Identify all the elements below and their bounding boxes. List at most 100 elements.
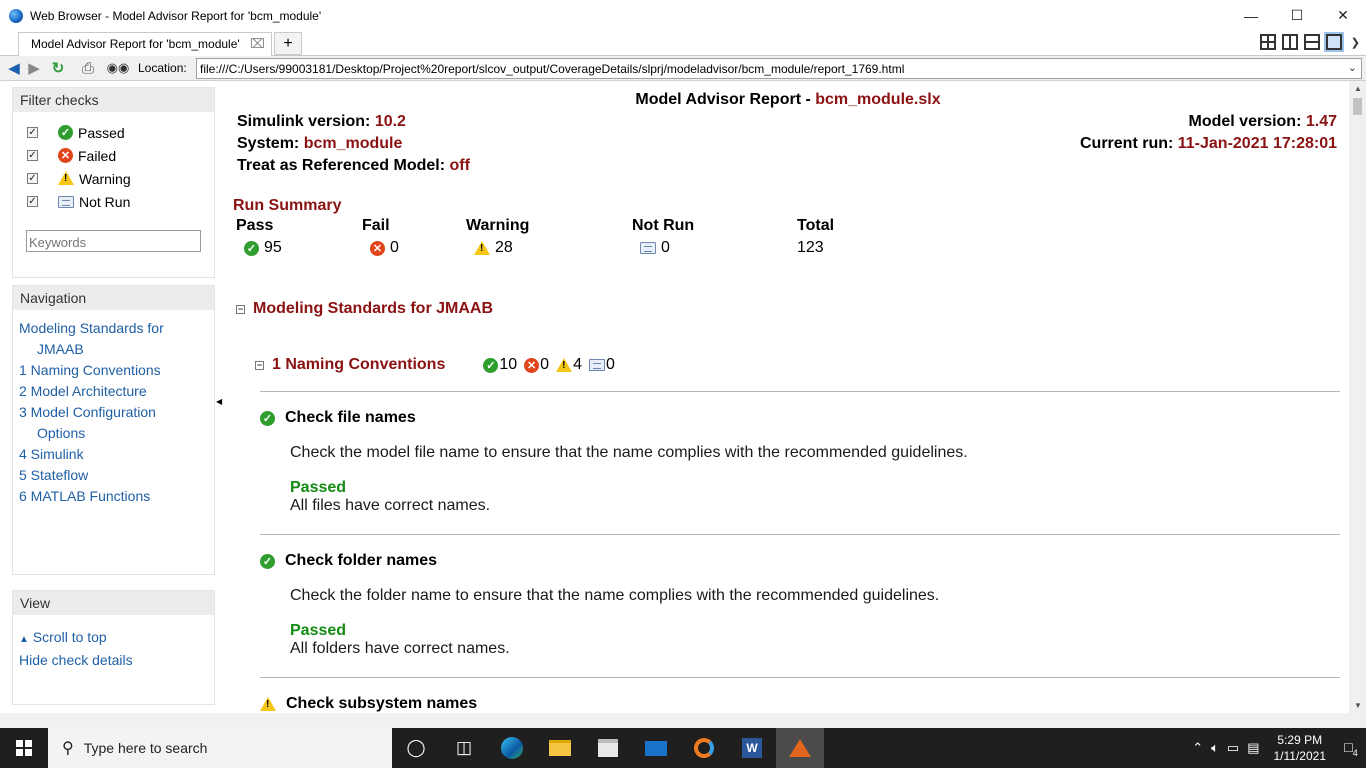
treat-value: off — [449, 157, 470, 174]
divider — [260, 534, 1340, 535]
clock[interactable]: 5:29 PM 1/11/2021 — [1274, 732, 1327, 764]
location-label: Location: — [138, 61, 187, 75]
taskbar-search[interactable]: ⚲ Type here to search — [48, 728, 392, 768]
nav-link-simulink[interactable]: 4 Simulink — [13, 444, 214, 465]
vertical-scrollbar[interactable]: ▲ ▼ — [1349, 81, 1366, 713]
clock-time: 5:29 PM — [1277, 733, 1323, 747]
taskbar: ⚲ Type here to search ◯ ◫ W ⌃ 🔈︎ ▭ ▤ 5:2… — [0, 728, 1366, 768]
window-title: Web Browser - Model Advisor Report for '… — [30, 8, 322, 23]
notifications-icon[interactable]: □4 — [1336, 739, 1366, 758]
filter-checks-panel: Filter checks ✓ ✓ Passed ✓ ✕ Failed ✓ Wa… — [12, 87, 215, 278]
location-input[interactable]: file:///C:/Users/99003181/Desktop/Projec… — [196, 58, 1362, 79]
page-content: Filter checks ✓ ✓ Passed ✓ ✕ Failed ✓ Wa… — [0, 81, 1366, 713]
volume-icon[interactable]: 🔈︎ — [1211, 740, 1219, 756]
nav-link-model-architecture[interactable]: 2 Model Architecture — [13, 381, 214, 402]
nav-link-modeling-standards[interactable]: Modeling Standards for JMAAB — [13, 318, 214, 360]
simulink-version: Simulink version: 10.2 — [237, 113, 406, 131]
section-jmaab-title: Modeling Standards for JMAAB — [253, 300, 494, 317]
browser-toolbar: ◀ ▶ ↻ ⎙ ◉◉ Location: file:///C:/Users/99… — [0, 56, 1366, 81]
scroll-to-top-link[interactable]: ▲︎ Scroll to top — [13, 627, 214, 650]
divider — [260, 391, 1340, 392]
nav-link-model-configuration[interactable]: 3 Model Configuration Options — [13, 402, 214, 444]
store-icon[interactable] — [584, 728, 632, 768]
collapse-minus-icon[interactable]: − — [255, 360, 264, 370]
edge-icon[interactable] — [488, 728, 536, 768]
tab-report[interactable]: Model Advisor Report for 'bcm_module' ⌧ — [18, 32, 272, 56]
subsection-warning-count: 4 — [573, 356, 582, 373]
subsection-title: 1 Naming Conventions — [272, 356, 446, 373]
refresh-icon[interactable]: ↻ — [48, 58, 68, 78]
filter-not-run[interactable]: ✓ Not Run — [13, 190, 214, 213]
tray-chevron-icon[interactable]: ⌃ — [1192, 740, 1203, 756]
layout-vertical-split-icon[interactable] — [1282, 34, 1298, 50]
summary-not-run-value: 0 — [661, 239, 670, 256]
view-title: View — [13, 591, 214, 615]
scroll-up-icon[interactable]: ▲ — [1354, 84, 1362, 93]
filter-failed[interactable]: ✓ ✕ Failed — [13, 144, 214, 167]
close-button[interactable]: ✕ — [1320, 0, 1366, 31]
layout-single-icon[interactable] — [1324, 32, 1344, 52]
file-explorer-icon[interactable] — [536, 728, 584, 768]
collapse-minus-icon[interactable]: − — [236, 304, 245, 314]
filter-failed-label: Failed — [78, 147, 117, 164]
keywords-input[interactable] — [26, 230, 201, 252]
system-name: System: bcm_module — [237, 135, 402, 153]
check-file-names: ✓ Check file names Check the model file n… — [260, 409, 968, 514]
navigation-title: Navigation — [13, 286, 214, 310]
summary-warning: Warning 28 — [466, 217, 529, 257]
network-app-icon[interactable] — [680, 728, 728, 768]
simulink-version-value: 10.2 — [374, 113, 406, 130]
tabs-overflow-icon[interactable]: ❯ — [1351, 36, 1360, 49]
sidebar: Filter checks ✓ ✓ Passed ✓ ✕ Failed ✓ Wa… — [0, 81, 228, 713]
subsection-counts: ✓10 ✕0 4 0 — [483, 356, 622, 374]
summary-warning-head: Warning — [466, 217, 530, 234]
print-icon[interactable]: ⎙ — [78, 58, 98, 78]
summary-total-head: Total — [797, 217, 835, 234]
checkbox-checked-icon[interactable]: ✓ — [27, 150, 38, 161]
current-run: Current run: 11-Jan-2021 17:28:01 — [1080, 135, 1337, 153]
network-icon[interactable]: ▤ — [1247, 740, 1259, 756]
checkbox-checked-icon[interactable]: ✓ — [27, 173, 38, 184]
task-view-icon[interactable]: ◫ — [440, 728, 488, 768]
pass-icon: ✓ — [260, 410, 275, 426]
nav-link-naming-conventions[interactable]: 1 Naming Conventions — [13, 360, 214, 381]
window-bottom-border — [0, 713, 1366, 728]
divider — [260, 677, 1340, 678]
start-button[interactable] — [0, 728, 48, 768]
summary-fail-value: 0 — [390, 239, 399, 256]
layout-grid-icon[interactable] — [1260, 34, 1276, 50]
back-arrow-icon[interactable]: ◀ — [4, 58, 24, 78]
word-icon[interactable]: W — [728, 728, 776, 768]
minimize-button[interactable]: — — [1228, 0, 1274, 31]
collapse-sidebar-icon[interactable]: ◀ — [216, 397, 222, 406]
not-run-icon — [588, 359, 605, 371]
filter-passed[interactable]: ✓ ✓ Passed — [13, 121, 214, 144]
nav-link-stateflow[interactable]: 5 Stateflow — [13, 465, 214, 486]
checkbox-checked-icon[interactable]: ✓ — [27, 196, 38, 207]
layout-horizontal-split-icon[interactable] — [1304, 34, 1320, 50]
find-binoculars-icon[interactable]: ◉◉ — [107, 58, 130, 78]
battery-icon[interactable]: ▭ — [1227, 740, 1239, 756]
warning-icon — [260, 696, 276, 712]
maximize-button[interactable]: ☐ — [1274, 0, 1320, 31]
cortana-icon[interactable]: ◯ — [392, 728, 440, 768]
hide-check-details-link[interactable]: Hide check details — [13, 650, 214, 671]
checkbox-checked-icon[interactable]: ✓ — [27, 127, 38, 138]
nav-link-text: Modeling Standards for — [19, 320, 164, 336]
tab-bar: Model Advisor Report for 'bcm_module' ⌧ … — [0, 31, 1366, 56]
scroll-thumb[interactable] — [1353, 98, 1362, 115]
summary-total: Total 123 — [797, 217, 834, 257]
filter-warning[interactable]: ✓ Warning — [13, 167, 214, 190]
nav-link-matlab-functions[interactable]: 6 MATLAB Functions — [13, 486, 214, 507]
check-description: Check the model file name to ensure that… — [290, 444, 968, 461]
location-dropdown-icon[interactable]: ⌄ — [1348, 61, 1357, 74]
check-title: Check folder names — [285, 552, 438, 569]
check-message: All files have correct names. — [290, 497, 491, 514]
new-tab-button[interactable]: + — [274, 32, 302, 55]
matlab-icon[interactable] — [776, 728, 824, 768]
tab-close-icon[interactable]: ⌧ — [250, 36, 265, 52]
mail-icon[interactable] — [632, 728, 680, 768]
check-status: Passed — [290, 479, 347, 496]
scroll-down-icon[interactable]: ▼ — [1354, 701, 1362, 710]
forward-arrow-icon[interactable]: ▶ — [24, 58, 44, 78]
